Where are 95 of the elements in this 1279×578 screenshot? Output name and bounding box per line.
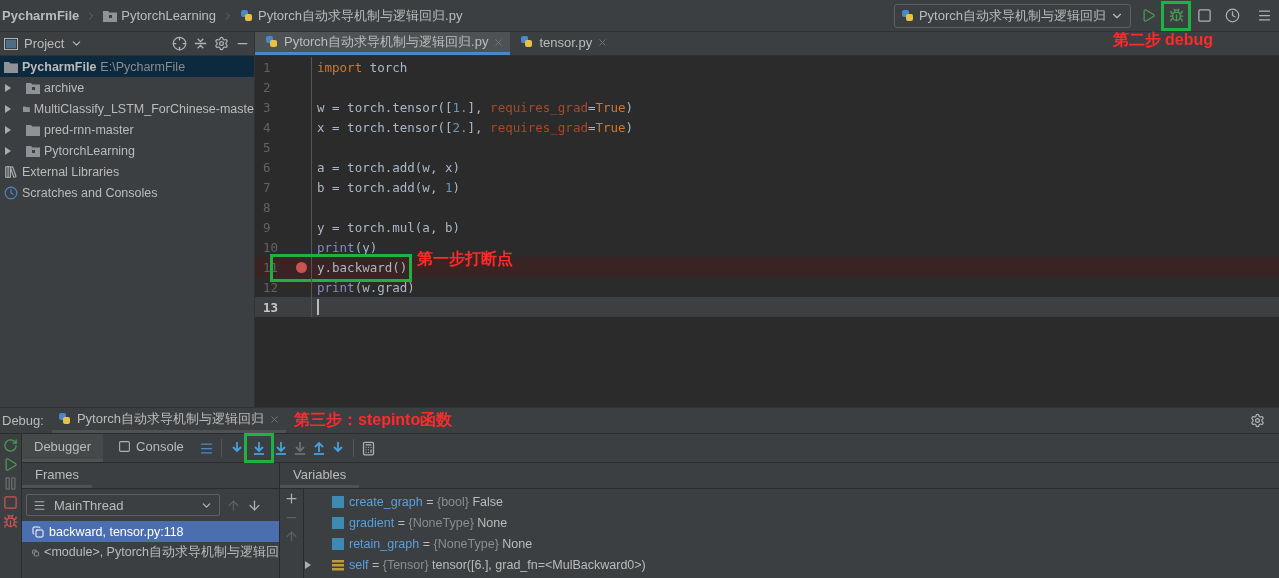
line-number: 6	[262, 159, 272, 175]
line-number: 3	[262, 99, 272, 115]
line-number: 7	[262, 179, 272, 195]
path-label: E:\PycharmFile	[100, 59, 186, 74]
code-line: y = torch.mul(a, b)	[317, 219, 460, 235]
line-number: 10	[262, 239, 280, 255]
debug-label: Debug:	[2, 413, 44, 428]
python-file-icon	[240, 8, 254, 23]
line-number: 2	[262, 79, 272, 95]
text-caret	[317, 299, 319, 315]
line-number: 9	[262, 219, 272, 235]
collapsed-arrow-icon[interactable]	[304, 560, 312, 569]
debug-bug-icon[interactable]	[1168, 8, 1184, 23]
breadcrumb[interactable]: PycharmFile	[2, 8, 80, 23]
python-file-icon	[57, 412, 72, 426]
run-icon[interactable]	[1140, 8, 1156, 23]
variable-entry[interactable]: gradient = {NoneType} None	[349, 515, 508, 530]
thread-dropdown[interactable]: MainThread	[26, 494, 220, 516]
editor-tab[interactable]: Pytorch自动求导机制与逻辑回归.py	[255, 32, 511, 55]
annotation-text: 第一步打断点	[417, 249, 513, 270]
tree-item[interactable]: PycharmFile	[22, 59, 97, 74]
frame-icon	[32, 525, 44, 538]
collapsed-arrow-icon[interactable]	[4, 83, 12, 92]
tree-item[interactable]: PytorchLearning	[44, 143, 136, 158]
line-number: 4	[262, 119, 272, 135]
variables-header: Variables	[280, 463, 360, 488]
libraries-icon	[4, 164, 18, 179]
module-folder-icon	[26, 81, 40, 94]
settings-icon[interactable]	[214, 36, 229, 51]
down-arrow-icon[interactable]	[247, 497, 262, 513]
tree-item[interactable]: pred-rnn-master	[44, 122, 134, 137]
collapse-all-icon[interactable]	[193, 36, 208, 51]
code-line: print(w.grad)	[317, 279, 415, 295]
highlight-frame	[243, 433, 274, 463]
code-line: import torch	[317, 59, 408, 75]
variable-entry[interactable]: retain_graph = {NoneType} None	[349, 536, 533, 551]
object-icon	[332, 558, 344, 571]
code-line: w = torch.tensor([1.], requires_grad=True)	[317, 99, 634, 115]
settings-icon[interactable]	[1250, 413, 1265, 428]
code-line: x = torch.tensor([2.], requires_grad=True)	[317, 119, 634, 135]
add-icon[interactable]	[284, 491, 299, 506]
collapsed-arrow-icon[interactable]	[4, 104, 12, 113]
tree-item[interactable]: Scratches and Consoles	[22, 185, 158, 200]
debugger-tab[interactable]: Console	[106, 434, 196, 462]
frames-header: Frames	[22, 463, 93, 488]
breadcrumb[interactable]: Pytorch自动求导机制与逻辑回归.py	[240, 6, 463, 25]
tree-item[interactable]: External Libraries	[22, 164, 120, 179]
code-line: b = torch.add(w, 1)	[317, 179, 460, 195]
stack-frame[interactable]: backward, tensor.py:118	[22, 521, 279, 542]
annotation-text: 第二步 debug	[1112, 29, 1213, 50]
module-folder-icon	[103, 9, 118, 22]
line-number: 8	[262, 199, 272, 215]
field-icon	[332, 495, 344, 508]
console-icon	[118, 440, 132, 453]
thread-icon	[33, 498, 46, 512]
variable-entry[interactable]: self = {Tensor} tensor([6.], grad_fn=<MulBackward0>)	[349, 557, 646, 572]
run-configuration-dropdown[interactable]: Pytorch自动求导机制与逻辑回归	[893, 3, 1131, 28]
rerun-icon[interactable]	[3, 438, 18, 453]
module-folder-icon	[26, 144, 40, 157]
layout-icon[interactable]	[198, 440, 214, 456]
line-number: 12	[262, 279, 280, 295]
annotation-text: 第三步：stepinto函数	[294, 410, 453, 430]
variable-entry[interactable]: create_graph = {bool} False	[349, 494, 503, 509]
folder-icon	[4, 60, 18, 73]
folder-icon	[26, 123, 40, 136]
tree-item[interactable]: MultiClassify_LSTM_ForChinese-maste	[33, 101, 254, 116]
python-file-icon	[265, 35, 279, 49]
line-number: 1	[262, 59, 272, 75]
collapsed-arrow-icon[interactable]	[4, 125, 12, 134]
line-number: 5	[262, 139, 272, 155]
highlight-frame	[1161, 0, 1191, 31]
field-icon	[332, 537, 344, 550]
breakpoint-dot[interactable]	[295, 261, 307, 273]
code-line: y.backward()	[317, 259, 408, 275]
python-file-icon	[520, 35, 535, 49]
line-number: 13	[262, 299, 280, 315]
field-icon	[332, 516, 344, 529]
stop-icon[interactable]	[3, 495, 18, 510]
frame-icon	[32, 546, 40, 559]
tree-item[interactable]: archive	[44, 80, 85, 95]
breakpoints-icon[interactable]	[3, 514, 18, 529]
debugger-tab[interactable]: Debugger	[22, 434, 104, 462]
stack-frame[interactable]: <module>, Pytorch自动求导机制与逻辑回	[22, 542, 279, 563]
close-icon[interactable]	[269, 413, 280, 425]
calculator-icon[interactable]	[360, 440, 376, 456]
pause-icon[interactable]	[3, 476, 18, 491]
close-icon[interactable]	[597, 36, 609, 48]
python-file-icon	[900, 8, 915, 23]
resume-icon[interactable]	[3, 457, 18, 472]
locate-icon[interactable]	[172, 36, 187, 51]
project-view-icon	[4, 37, 18, 50]
project-view-dropdown[interactable]: Project	[24, 36, 65, 51]
breadcrumb[interactable]: PytorchLearning	[103, 8, 216, 23]
code-line: a = torch.add(w, x)	[317, 159, 460, 175]
collapsed-arrow-icon[interactable]	[4, 146, 12, 155]
